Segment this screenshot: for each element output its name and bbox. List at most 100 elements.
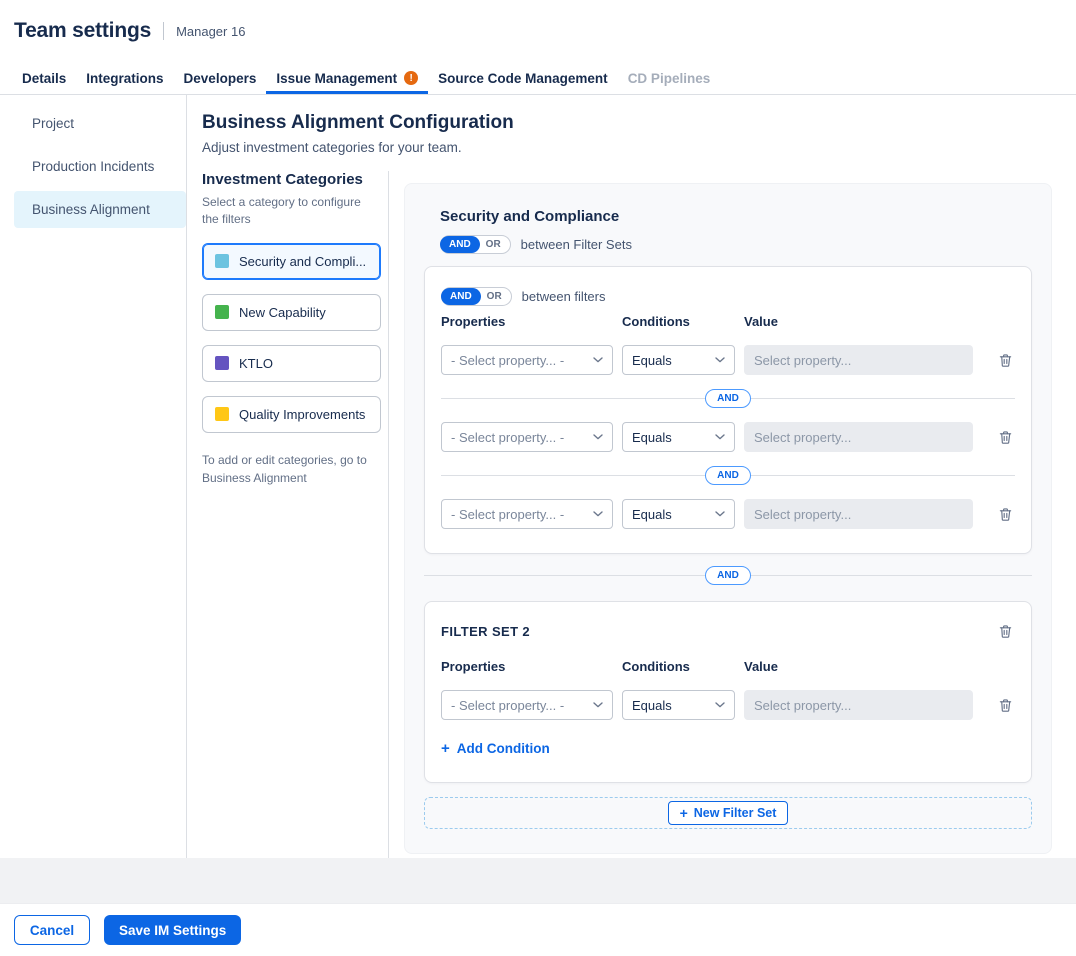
trash-icon <box>998 624 1013 639</box>
cancel-button[interactable]: Cancel <box>14 915 90 945</box>
add-condition-button[interactable]: + Add Condition <box>441 740 550 757</box>
filter-config-panel: Security and Compliance AND OR between F… <box>404 183 1052 854</box>
new-filter-set-label: New Filter Set <box>694 806 777 820</box>
connector-line <box>441 398 705 399</box>
property-select[interactable]: - Select property... - <box>441 499 613 529</box>
plus-icon: + <box>441 740 450 757</box>
chevron-down-icon <box>593 357 603 363</box>
value-input[interactable] <box>744 422 973 452</box>
page-header: Team settings Manager 16 <box>0 0 1076 62</box>
team-name: Manager 16 <box>176 24 245 39</box>
column-header-value: Value <box>744 314 973 329</box>
sidebar-item-project[interactable]: Project <box>14 105 186 142</box>
column-header-value: Value <box>744 659 973 674</box>
condition-select-value: Equals <box>632 507 672 522</box>
category-new-capability[interactable]: New Capability <box>202 294 381 331</box>
column-header-properties: Properties <box>441 659 613 674</box>
between-filter-sets-label: between Filter Sets <box>521 237 632 252</box>
tab-source-code-management[interactable]: Source Code Management <box>428 62 618 94</box>
property-select[interactable]: - Select property... - <box>441 345 613 375</box>
condition-select-value: Equals <box>632 430 672 445</box>
or-toggle-option[interactable]: OR <box>479 236 510 253</box>
value-input[interactable] <box>744 499 973 529</box>
column-header-properties: Properties <box>441 314 613 329</box>
delete-condition-button[interactable] <box>996 351 1015 370</box>
tab-integrations[interactable]: Integrations <box>76 62 173 94</box>
and-connector-pill: AND <box>705 389 751 408</box>
or-toggle-option[interactable]: OR <box>480 288 511 305</box>
property-select-value: - Select property... - <box>451 507 564 522</box>
page-title: Business Alignment Configuration <box>202 112 1076 134</box>
condition-select[interactable]: Equals <box>622 499 735 529</box>
column-headers: Properties Conditions Value <box>441 659 1015 674</box>
title-divider <box>163 22 164 40</box>
condition-select[interactable]: Equals <box>622 422 735 452</box>
plus-icon: + <box>680 805 688 821</box>
tab-developers[interactable]: Developers <box>174 62 267 94</box>
selected-category-title: Security and Compliance <box>440 208 1032 225</box>
trash-icon <box>998 507 1013 522</box>
and-connector-between-sets: AND <box>424 566 1032 585</box>
property-select[interactable]: - Select property... - <box>441 422 613 452</box>
filter-row: - Select property... - Equals <box>441 499 1015 529</box>
property-select[interactable]: - Select property... - <box>441 690 613 720</box>
column-header-conditions: Conditions <box>622 659 735 674</box>
delete-condition-button[interactable] <box>996 696 1015 715</box>
categories-footnote: To add or edit categories, go to Busines… <box>202 451 370 487</box>
tab-label: Issue Management <box>276 71 397 86</box>
warning-icon: ! <box>404 71 418 85</box>
delete-condition-button[interactable] <box>996 505 1015 524</box>
condition-select[interactable]: Equals <box>622 690 735 720</box>
filter-row: - Select property... - Equals <box>441 422 1015 452</box>
connector-line <box>751 475 1015 476</box>
categories-title: Investment Categories <box>202 171 380 188</box>
value-input[interactable] <box>744 345 973 375</box>
tab-bar: Details Integrations Developers Issue Ma… <box>0 62 1076 95</box>
sidebar-item-production-incidents[interactable]: Production Incidents <box>14 148 186 185</box>
and-connector: AND <box>441 466 1015 485</box>
category-security-and-compliance[interactable]: Security and Compli... <box>202 243 381 280</box>
categories-hint: Select a category to configure the filte… <box>202 194 364 229</box>
property-select-value: - Select property... - <box>451 353 564 368</box>
category-color-swatch <box>215 356 229 370</box>
and-toggle-option[interactable]: AND <box>441 288 481 305</box>
tab-label: Details <box>22 71 66 86</box>
category-color-swatch <box>215 305 229 319</box>
delete-condition-button[interactable] <box>996 428 1015 447</box>
condition-select[interactable]: Equals <box>622 345 735 375</box>
team-settings-page: Team settings Manager 16 Details Integra… <box>0 0 1076 956</box>
filters-operator-row: AND OR between filters <box>441 287 1015 306</box>
tab-issue-management[interactable]: Issue Management ! <box>266 62 428 94</box>
tab-details[interactable]: Details <box>12 62 76 94</box>
category-label: Security and Compli... <box>239 254 366 269</box>
delete-filter-set-button[interactable] <box>996 622 1015 641</box>
category-label: KTLO <box>239 356 273 371</box>
categories-panel: Investment Categories Select a category … <box>202 171 389 858</box>
value-input[interactable] <box>744 690 973 720</box>
sidebar-item-business-alignment[interactable]: Business Alignment <box>14 191 186 228</box>
and-or-toggle: AND OR <box>440 235 511 254</box>
new-filter-set-area: + New Filter Set <box>424 797 1032 829</box>
save-im-settings-button[interactable]: Save IM Settings <box>104 915 241 945</box>
between-filters-label: between filters <box>522 289 606 304</box>
new-filter-set-button[interactable]: + New Filter Set <box>668 801 789 825</box>
main-body: Investment Categories Select a category … <box>202 171 1076 858</box>
category-quality-improvements[interactable]: Quality Improvements <box>202 396 381 433</box>
chevron-down-icon <box>715 434 725 440</box>
footer-bar: Cancel Save IM Settings <box>0 903 1076 956</box>
filter-config-column: Security and Compliance AND OR between F… <box>389 171 1076 858</box>
bottom-spacer <box>0 858 1076 903</box>
tab-label: Integrations <box>86 71 163 86</box>
column-header-conditions: Conditions <box>622 314 735 329</box>
chevron-down-icon <box>593 702 603 708</box>
category-ktlo[interactable]: KTLO <box>202 345 381 382</box>
connector-line <box>424 575 705 576</box>
condition-select-value: Equals <box>632 698 672 713</box>
and-toggle-option[interactable]: AND <box>440 236 480 253</box>
property-select-value: - Select property... - <box>451 430 564 445</box>
main-area: Business Alignment Configuration Adjust … <box>187 95 1076 858</box>
tab-label: Developers <box>184 71 257 86</box>
chevron-down-icon <box>715 702 725 708</box>
filter-set-2-header: FILTER SET 2 <box>441 622 1015 641</box>
page-subtitle: Adjust investment categories for your te… <box>202 140 1076 155</box>
